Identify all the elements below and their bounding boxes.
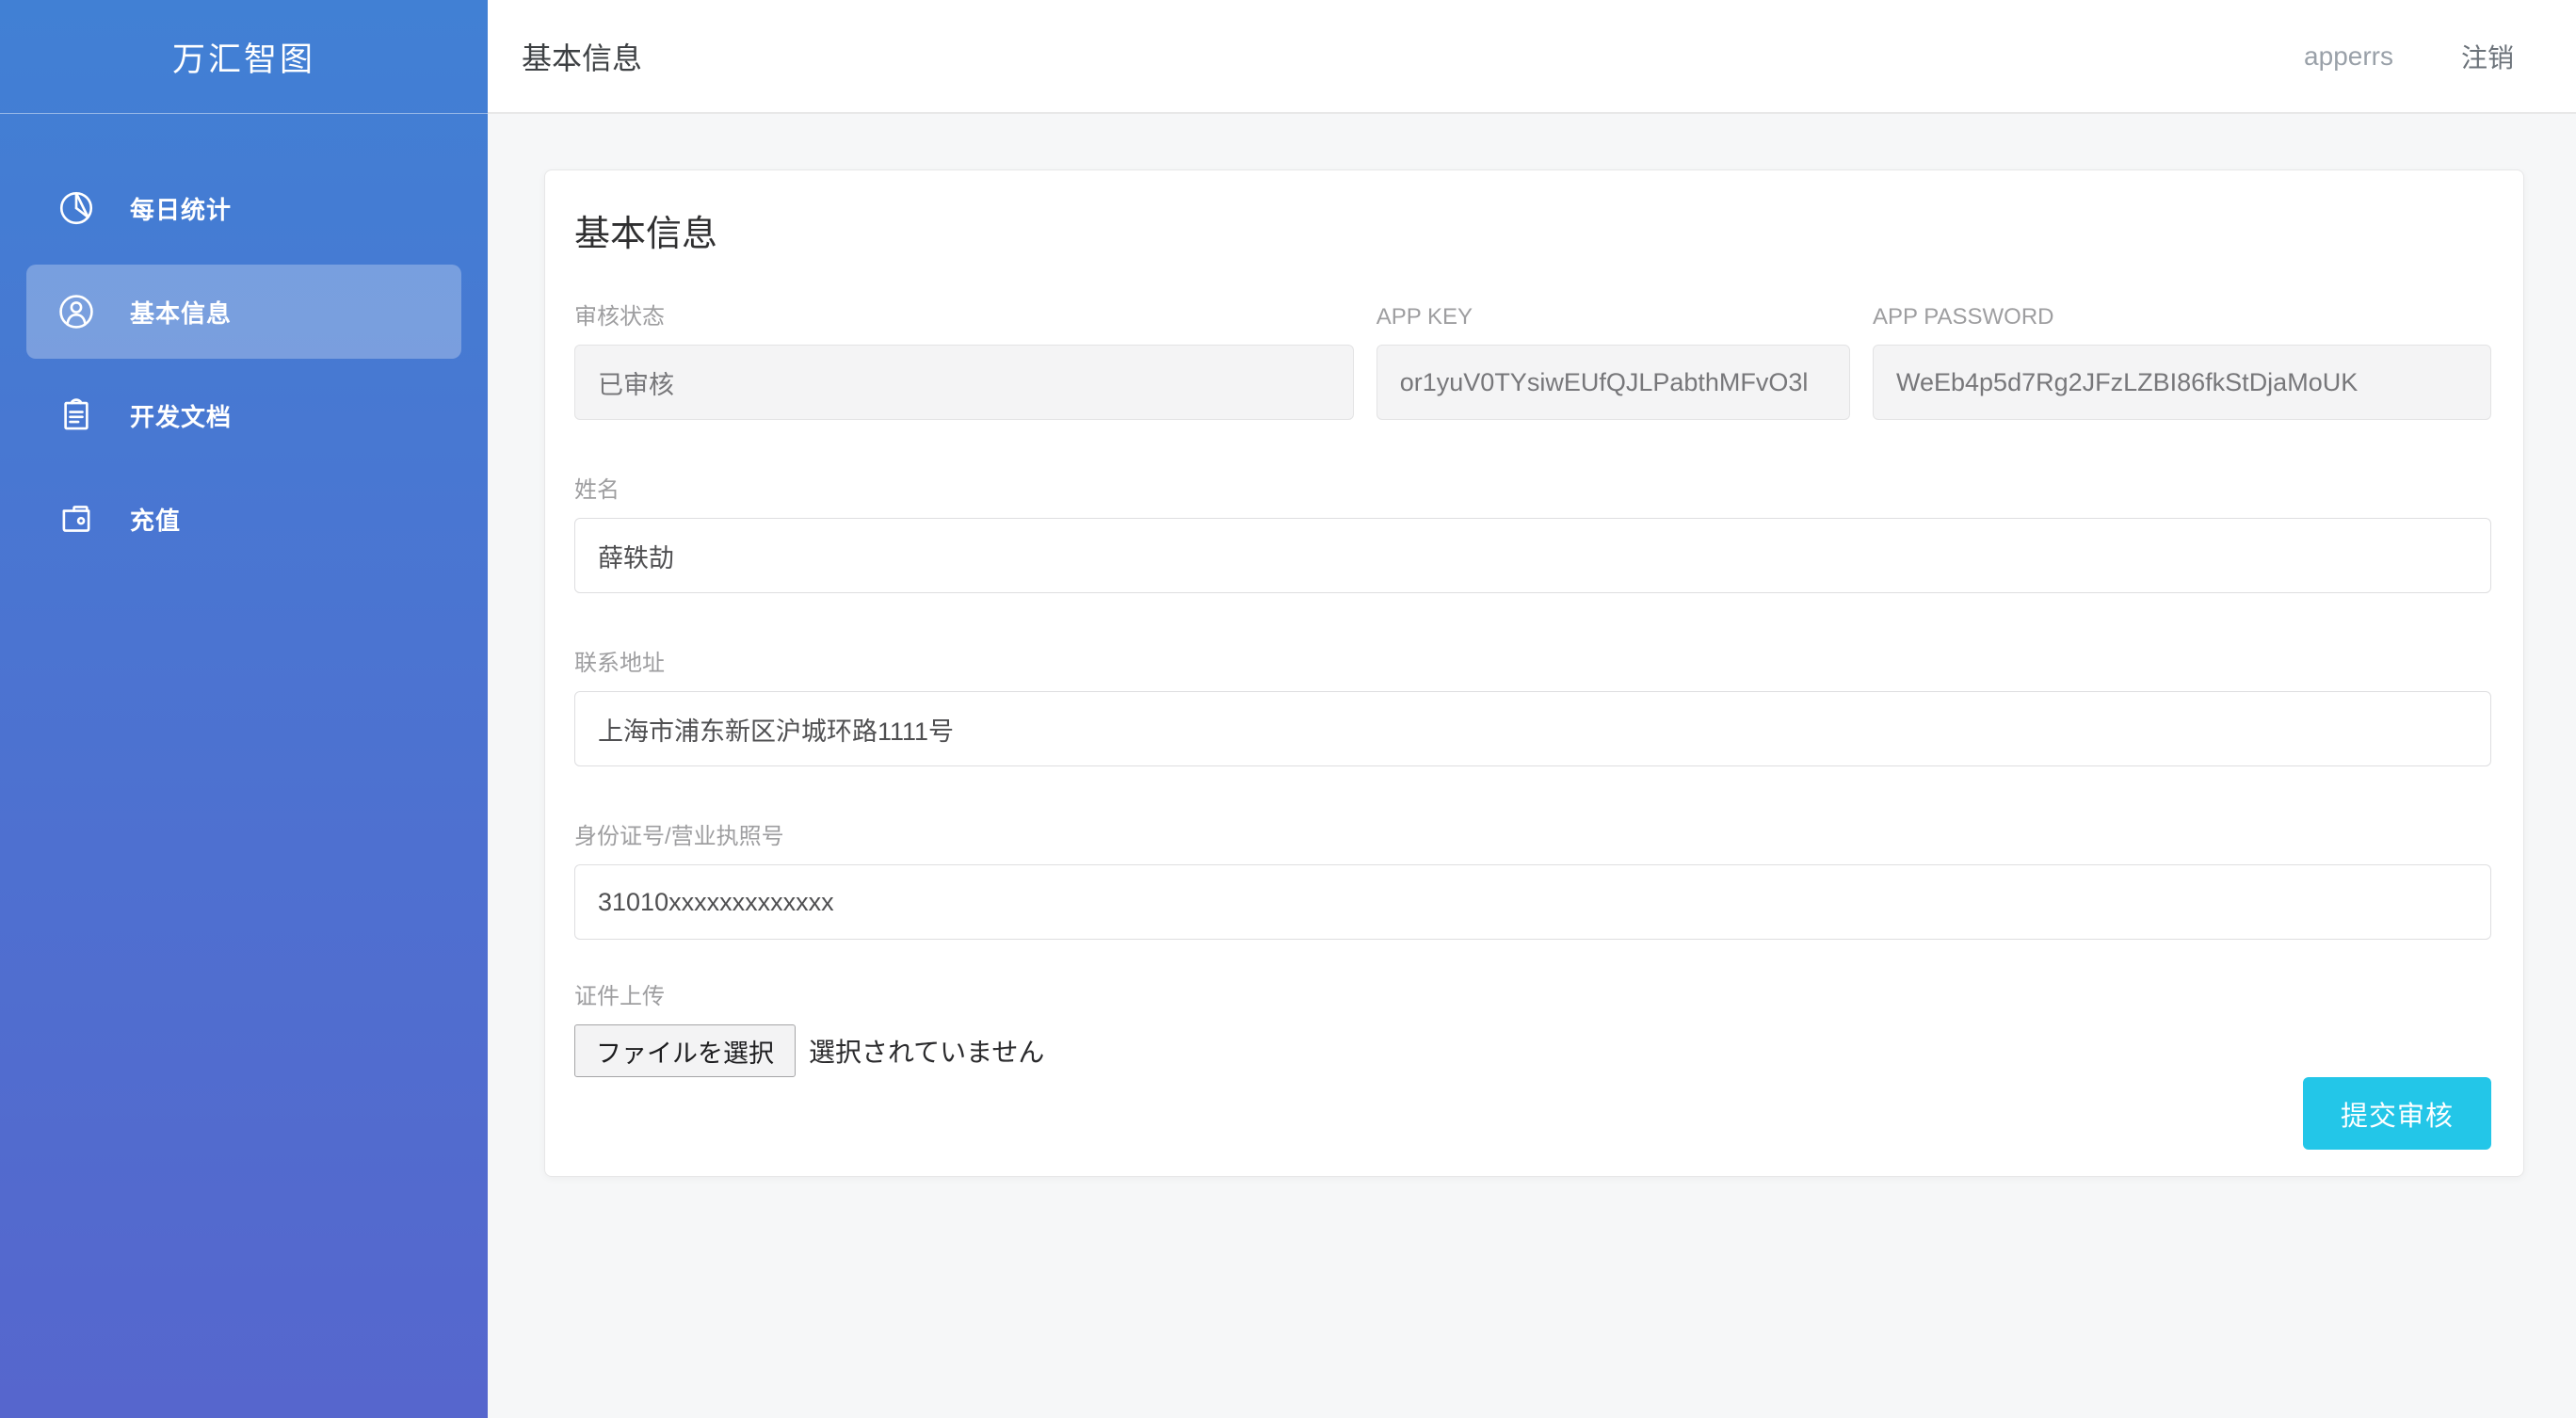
topbar-right: apperrs 注销 bbox=[2304, 38, 2576, 75]
name-label: 姓名 bbox=[574, 476, 2491, 505]
sidebar-menu: 每日统计 基本信息 bbox=[0, 114, 488, 575]
app-password-label: APP PASSWORD bbox=[1873, 303, 2491, 331]
logout-link[interactable]: 注销 bbox=[2461, 38, 2514, 75]
sidebar-item-label: 基本信息 bbox=[130, 295, 232, 330]
sidebar-item-label: 每日统计 bbox=[130, 191, 232, 226]
username-link[interactable]: apperrs bbox=[2304, 41, 2393, 72]
app-key-label: APP KEY bbox=[1377, 303, 1850, 331]
sidebar-header: 万汇智图 bbox=[0, 0, 488, 114]
topbar: 基本信息 apperrs 注销 bbox=[488, 0, 2576, 114]
file-upload-control: ファイルを選択 選択されていません bbox=[574, 1024, 2491, 1077]
app-logo: 万汇智图 bbox=[172, 33, 315, 81]
address-input[interactable] bbox=[574, 691, 2491, 766]
sidebar-item-recharge[interactable]: 充值 bbox=[26, 472, 461, 566]
basic-info-card: 基本信息 审核状态 APP KEY APP PASSWORD bbox=[544, 169, 2524, 1177]
content-area: 基本信息 审核状态 APP KEY APP PASSWORD bbox=[488, 114, 2576, 1418]
sidebar-item-daily-stats[interactable]: 每日统计 bbox=[26, 161, 461, 255]
field-audit-status: 审核状态 bbox=[574, 303, 1354, 420]
file-select-button[interactable]: ファイルを選択 bbox=[574, 1024, 796, 1077]
document-icon bbox=[56, 395, 96, 435]
app-password-input bbox=[1873, 345, 2491, 420]
app-root: 万汇智图 每日统计 bbox=[0, 0, 2576, 1418]
sidebar-item-dev-docs[interactable]: 开发文档 bbox=[26, 368, 461, 462]
app-key-input bbox=[1377, 345, 1850, 420]
audit-status-input bbox=[574, 345, 1354, 420]
wallet-icon bbox=[56, 499, 96, 539]
credentials-row: 审核状态 APP KEY APP PASSWORD bbox=[574, 303, 2491, 420]
sidebar: 万汇智图 每日统计 bbox=[0, 0, 488, 1418]
file-status-text: 選択されていません bbox=[809, 1032, 1044, 1070]
id-number-input[interactable] bbox=[574, 864, 2491, 940]
pie-chart-icon bbox=[56, 188, 96, 228]
address-label: 联系地址 bbox=[574, 650, 2491, 678]
card-heading: 基本信息 bbox=[574, 204, 2491, 256]
field-app-key: APP KEY bbox=[1377, 303, 1850, 420]
field-name: 姓名 bbox=[574, 476, 2491, 593]
sidebar-item-label: 开发文档 bbox=[130, 398, 232, 433]
sidebar-item-label: 充值 bbox=[130, 502, 181, 537]
submit-review-button[interactable]: 提交审核 bbox=[2303, 1077, 2491, 1150]
submit-row: 提交审核 bbox=[574, 1077, 2491, 1150]
field-upload: 证件上传 ファイルを選択 選択されていません bbox=[574, 983, 2491, 1077]
page-title: 基本信息 bbox=[522, 35, 642, 78]
field-address: 联系地址 bbox=[574, 650, 2491, 766]
main-column: 基本信息 apperrs 注销 基本信息 审核状态 APP KEY bbox=[488, 0, 2576, 1418]
upload-label: 证件上传 bbox=[574, 983, 2491, 1011]
id-number-label: 身份证号/营业执照号 bbox=[574, 823, 2491, 851]
field-id-number: 身份证号/营业执照号 bbox=[574, 823, 2491, 940]
sidebar-item-basic-info[interactable]: 基本信息 bbox=[26, 265, 461, 359]
user-icon bbox=[56, 292, 96, 331]
audit-status-label: 审核状态 bbox=[574, 303, 1354, 331]
name-input[interactable] bbox=[574, 518, 2491, 593]
field-app-password: APP PASSWORD bbox=[1873, 303, 2491, 420]
